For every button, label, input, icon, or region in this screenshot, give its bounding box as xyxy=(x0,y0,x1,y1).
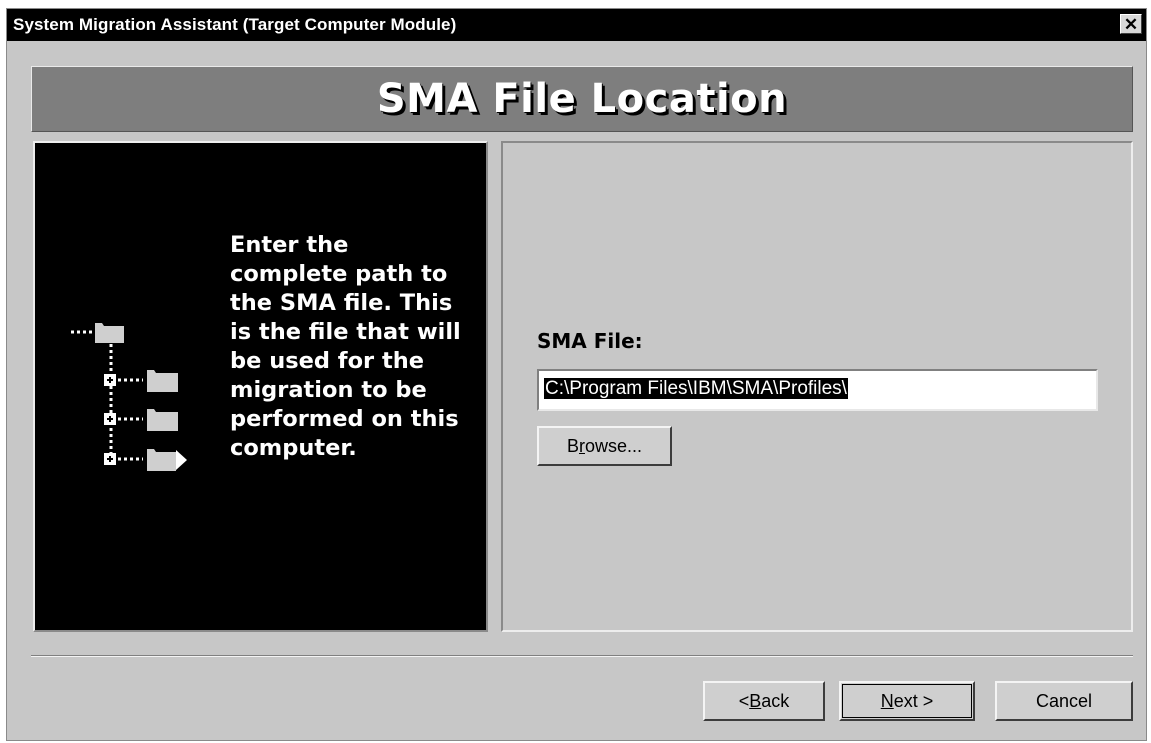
back-button[interactable]: < Back xyxy=(703,681,825,721)
header-banner: SMA File Location xyxy=(31,66,1133,132)
sma-file-path-value: C:\Program Files\IBM\SMA\Profiles\ xyxy=(544,378,848,399)
cancel-button[interactable]: Cancel xyxy=(995,681,1133,721)
close-button[interactable]: ✕ xyxy=(1120,14,1142,34)
browse-button[interactable]: Br owse... xyxy=(537,426,672,466)
info-panel: Enter the complete path to the SMA file.… xyxy=(33,141,488,632)
window-title: System Migration Assistant (Target Compu… xyxy=(13,15,457,34)
title-bar: System Migration Assistant (Target Compu… xyxy=(7,9,1146,41)
close-icon: ✕ xyxy=(1123,14,1139,34)
sma-file-input[interactable]: C:\Program Files\IBM\SMA\Profiles\ xyxy=(537,369,1098,411)
footer-divider xyxy=(31,655,1133,657)
folder-tree-icon xyxy=(71,323,187,471)
page-title: SMA File Location xyxy=(376,76,788,122)
form-panel: SMA File: C:\Program Files\IBM\SMA\Profi… xyxy=(501,141,1133,632)
next-button[interactable]: Next > xyxy=(839,681,975,721)
sma-file-label: SMA File: xyxy=(537,329,643,353)
dialog-window: System Migration Assistant (Target Compu… xyxy=(6,8,1147,741)
instruction-text: Enter the complete path to the SMA file.… xyxy=(230,232,461,461)
